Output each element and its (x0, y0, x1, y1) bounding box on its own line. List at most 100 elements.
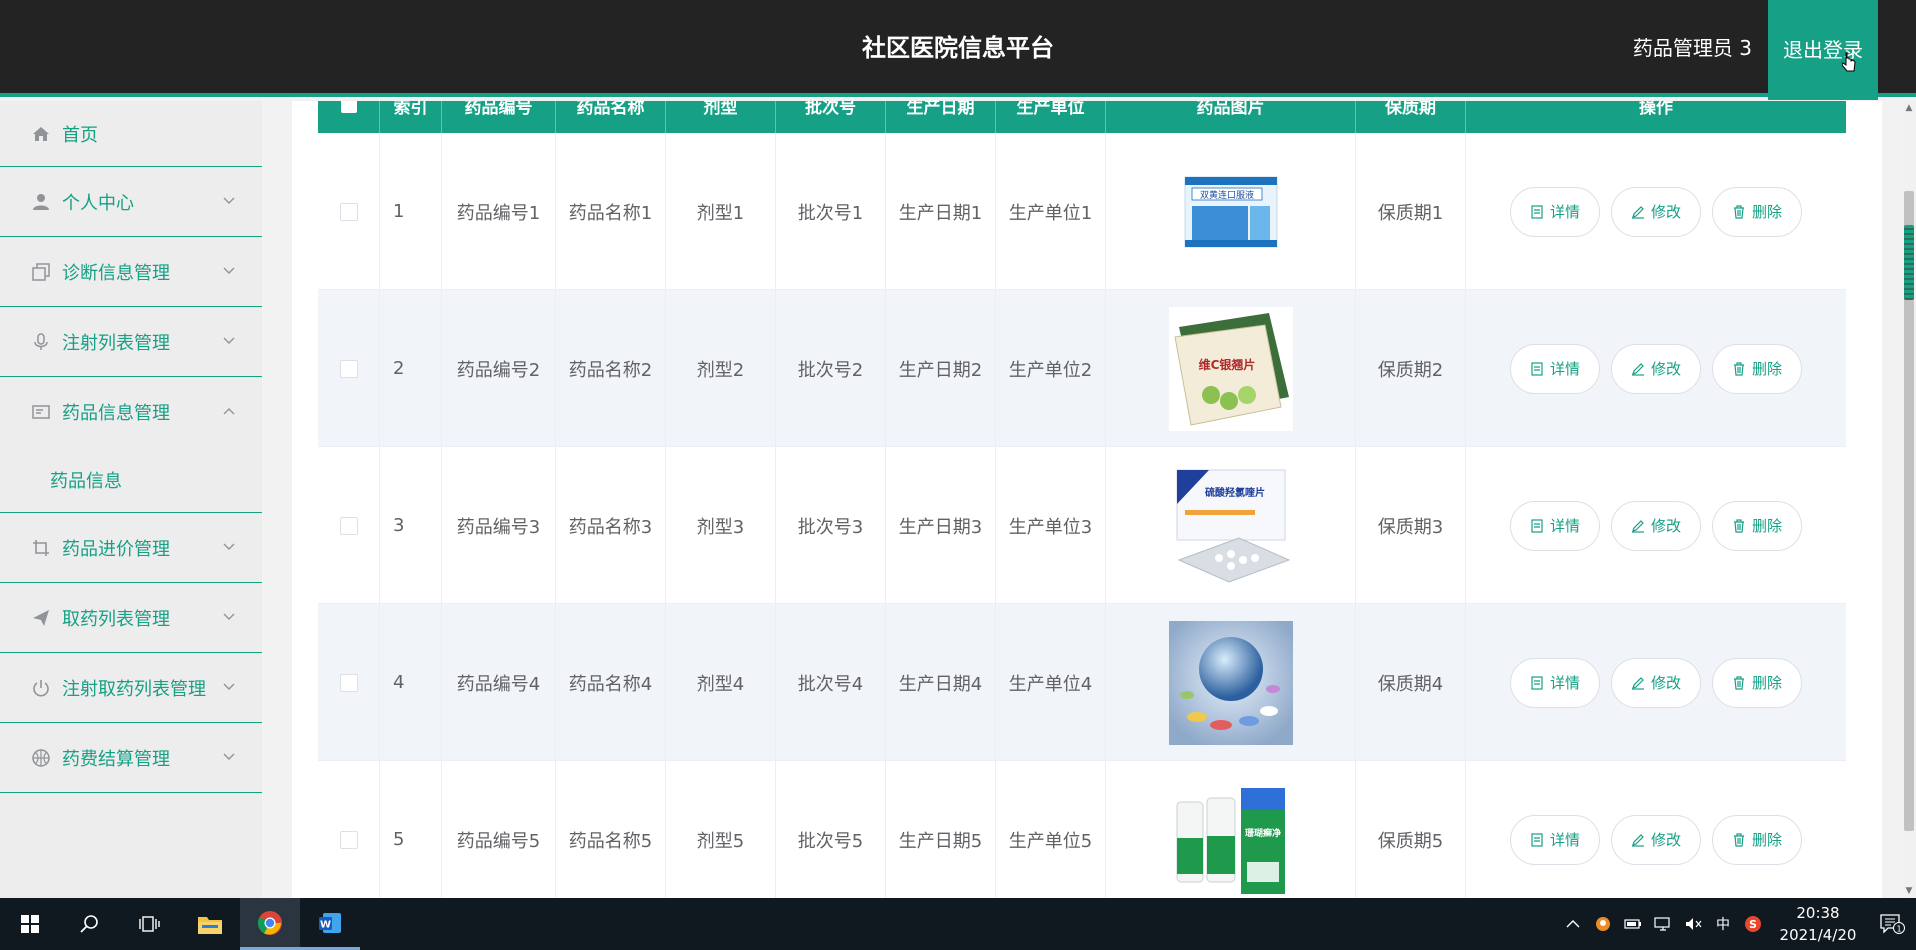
detail-button[interactable]: 详情 (1510, 186, 1600, 237)
green-side-indicator (1904, 225, 1914, 300)
row-checkbox[interactable] (339, 202, 358, 221)
sidebar-item-injection-list[interactable]: 注射列表管理 (0, 307, 262, 377)
header-code: 药品编号 (442, 101, 556, 133)
cell-index: 4 (380, 604, 442, 761)
drug-image[interactable] (1168, 620, 1293, 745)
edit-button[interactable]: 修改 (1611, 343, 1701, 394)
cell-index: 3 (380, 447, 442, 604)
chevron-up-icon (223, 408, 235, 415)
detail-button[interactable]: 详情 (1510, 500, 1600, 551)
cell-form: 剂型4 (666, 604, 776, 761)
document-icon (1531, 832, 1543, 847)
row-checkbox[interactable] (339, 516, 358, 535)
windows-start-icon[interactable] (0, 898, 60, 950)
row-checkbox-cell (318, 761, 380, 898)
edit-button[interactable]: 修改 (1611, 657, 1701, 708)
cell-image: 珊瑚癣净 (1106, 761, 1356, 898)
cell-index: 1 (380, 133, 442, 290)
row-checkbox[interactable] (339, 359, 358, 378)
image-label: 珊瑚癣净 (1244, 827, 1280, 839)
chrome-icon[interactable] (240, 898, 300, 950)
detail-button[interactable]: 详情 (1510, 343, 1600, 394)
search-icon[interactable] (60, 898, 120, 950)
delete-button[interactable]: 删除 (1712, 657, 1802, 708)
row-checkbox-cell (318, 447, 380, 604)
cell-actions: 详情 修改 删除 (1466, 133, 1846, 290)
user-icon (30, 191, 52, 213)
sidebar-item-label: 诊断信息管理 (62, 262, 170, 284)
trash-icon (1733, 204, 1744, 219)
cell-code: 药品编号1 (442, 133, 556, 290)
drug-image[interactable]: 珊瑚癣净 (1168, 777, 1293, 898)
drug-image[interactable]: 双黄连口服液 (1169, 150, 1293, 274)
delete-button[interactable]: 删除 (1712, 343, 1802, 394)
row-checkbox-cell (318, 604, 380, 761)
delete-button[interactable]: 删除 (1712, 814, 1802, 865)
svg-text:S: S (1749, 918, 1757, 931)
cell-maker: 生产单位2 (996, 290, 1106, 447)
current-user-label: 药品管理员 3 (1632, 36, 1752, 60)
sidebar-item-pickup-list[interactable]: 取药列表管理 (0, 583, 262, 653)
page-scrollbar[interactable]: ▲ ▼ (1902, 101, 1916, 898)
file-explorer-icon[interactable] (180, 898, 240, 950)
edit-icon (1631, 362, 1644, 376)
clock-date: 2021/4/20 (1779, 926, 1857, 944)
cell-code: 药品编号5 (442, 761, 556, 898)
edit-icon (1631, 833, 1644, 847)
sidebar-item-drug-price[interactable]: 药品进价管理 (0, 513, 262, 583)
app-tray-icon[interactable] (1588, 898, 1618, 950)
edit-icon (1631, 676, 1644, 690)
svg-text:W: W (320, 919, 331, 930)
taskbar-clock[interactable]: 20:38 2021/4/20 (1768, 902, 1868, 946)
detail-button[interactable]: 详情 (1510, 657, 1600, 708)
chevron-down-icon (223, 613, 235, 620)
drug-image[interactable]: 维C银翘片 (1168, 306, 1293, 431)
cell-actions: 详情 修改 删除 (1466, 447, 1846, 604)
scroll-down-arrow-icon[interactable]: ▼ (1902, 884, 1916, 898)
drug-image[interactable]: 硫酸羟氯喹片 (1168, 463, 1293, 588)
scroll-up-arrow-icon[interactable]: ▲ (1902, 101, 1916, 115)
row-checkbox[interactable] (339, 830, 358, 849)
cell-index: 2 (380, 290, 442, 447)
cell-name: 药品名称2 (556, 290, 666, 447)
header-select-all[interactable] (318, 101, 380, 133)
document-icon (1531, 518, 1543, 533)
cell-code: 药品编号4 (442, 604, 556, 761)
network-icon[interactable] (1648, 898, 1678, 950)
header-batch: 批次号 (776, 101, 886, 133)
cell-form: 剂型5 (666, 761, 776, 898)
task-view-icon[interactable] (120, 898, 180, 950)
delete-button[interactable]: 删除 (1712, 186, 1802, 237)
battery-icon[interactable] (1618, 898, 1648, 950)
volume-muted-icon[interactable] (1678, 898, 1708, 950)
sogou-ime-icon[interactable]: S (1738, 898, 1768, 950)
edit-button[interactable]: 修改 (1611, 814, 1701, 865)
detail-button[interactable]: 详情 (1510, 814, 1600, 865)
cell-shelf-life: 保质期4 (1356, 604, 1466, 761)
sidebar-item-drug-info-management[interactable]: 药品信息管理 (0, 377, 262, 447)
sidebar-subitem-drug-info[interactable]: 药品信息 (0, 447, 262, 512)
sidebar-item-injection-pickup[interactable]: 注射取药列表管理 (0, 653, 262, 723)
ime-indicator[interactable]: 中 (1708, 898, 1738, 950)
sidebar-nav: 首页 个人中心 诊断信息管理 注射列表管理 药品信息管理 药品信息 药品进价管理… (0, 101, 262, 898)
logout-button[interactable]: 退出登录 (1768, 0, 1878, 100)
row-checkbox[interactable] (339, 673, 358, 692)
cell-batch: 批次号1 (776, 133, 886, 290)
cell-date: 生产日期1 (886, 133, 996, 290)
edit-button[interactable]: 修改 (1611, 186, 1701, 237)
edit-button[interactable]: 修改 (1611, 500, 1701, 551)
sidebar-item-diagnosis[interactable]: 诊断信息管理 (0, 237, 262, 307)
sidebar-item-billing[interactable]: 药费结算管理 (0, 723, 262, 793)
cell-form: 剂型1 (666, 133, 776, 290)
cell-maker: 生产单位4 (996, 604, 1106, 761)
sidebar-item-personal-center[interactable]: 个人中心 (0, 167, 262, 237)
notification-icon[interactable]: 1 (1868, 898, 1916, 950)
delete-button[interactable]: 删除 (1712, 500, 1802, 551)
sidebar-item-home[interactable]: 首页 (0, 101, 262, 167)
notification-count: 1 (1896, 925, 1901, 934)
chevron-up-tray-icon[interactable] (1558, 898, 1588, 950)
page-title: 社区医院信息平台 (862, 34, 1054, 62)
header-actions: 操作 (1639, 101, 1673, 118)
word-icon[interactable]: W (300, 898, 360, 950)
edit-icon (1631, 205, 1644, 219)
